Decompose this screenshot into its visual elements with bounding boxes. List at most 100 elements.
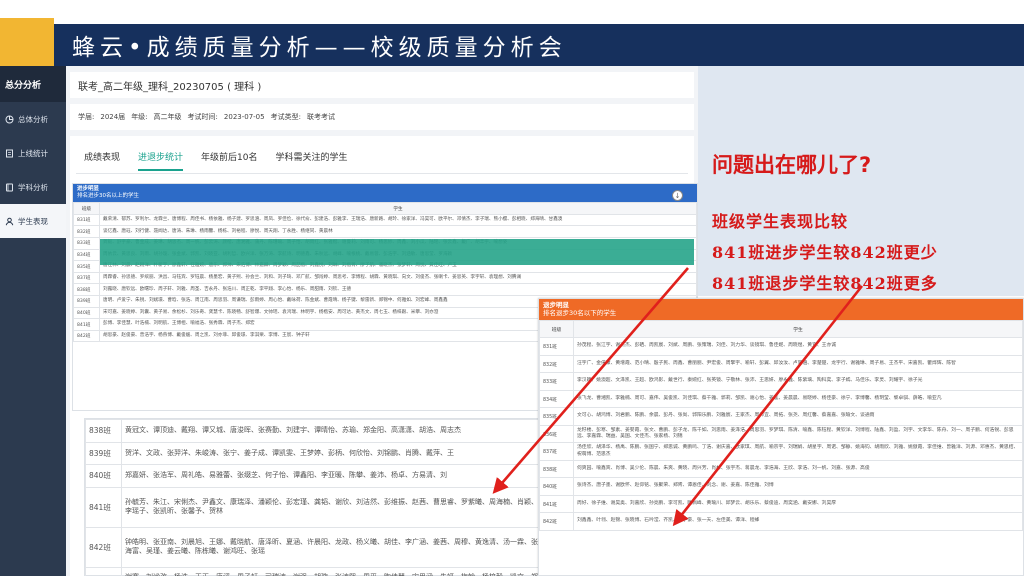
class-cell: 834班 (539, 389, 574, 409)
class-cell: 836班 (539, 424, 574, 444)
class-cell: 842班 (85, 526, 122, 568)
class-cell: 840班 (539, 477, 574, 496)
class-cell: 833班 (539, 372, 574, 391)
sidebar-item-label: 学科分析 (18, 182, 48, 192)
sidebar-item-subject-analysis[interactable]: 学科分析 (0, 170, 66, 204)
class-cell: 837班 (539, 442, 574, 461)
sidebar-item-student-performance[interactable]: 学生表现 (0, 204, 66, 238)
students-cell: 何爽园、喻鑫宾、肖博、吴少伦、陈晨、朱爽、黄晓、周兴芳、肖林、张宇杰、蒋晨龙、李… (573, 459, 1023, 479)
students-cell: 汤佳欣、胡泽华、杨禹、陈鹏、张国宁、郑思诚、黄鹏鸣、丁浩、谢庆嘉、欧家琪、周航、… (573, 442, 1023, 461)
user-icon (5, 217, 14, 226)
sidebar-item-overall[interactable]: 总体分析 (0, 102, 66, 136)
class-cell: 831班 (73, 213, 100, 227)
students-cell: 周好、徐子维、谢昊奥、刘嘉欣、孙亮鹏、李可凯、欧佩峰、黄瑜川、邱梦云、胡乐乐、蔡… (573, 494, 1023, 514)
school-label: 学届: (78, 113, 95, 121)
students-cell: 黄冠文、谭顶迪、戴翔、谭又城、唐浚晖、张赛勤、刘建宇、谭晴怡、苏瑜、郑金阳、高潇… (121, 419, 543, 443)
table-row: 831班 戴荣清、郁苏、罗利尔、龙霖兰、唐博程、周佳书、杨依雅、杨子建、罗思涵、周… (73, 213, 697, 227)
highlight-bar (100, 239, 694, 265)
table-row: 837班 周霖睿、孙思德、罗缤丽、洪昌、马钰宾、罗钰晨、杨墨宏、黄子熙、孙会兰、刘… (73, 271, 697, 285)
table-row: 842班 钟皓明、张亚南、刘晨旭、王娜、戴晓航、唐泽昕、夏涵、许晨阳、龙政、杨义曦… (85, 526, 543, 568)
tab-top-bottom-10[interactable]: 年级前后10名 (201, 150, 257, 171)
class-cell: 842班 (73, 329, 100, 343)
progress-table-subtitle: 排名进步30名以上的学生 (77, 193, 139, 200)
tab-bar: 成绩表现 进退步统计 年级前后10名 学科需关注的学生 (84, 150, 348, 171)
type-value: 联考考试 (306, 113, 335, 121)
table-header-row: 班级 学生 (539, 319, 1023, 339)
class-cell: 832班 (539, 354, 574, 374)
table-row: 832班 谈亿鑫、唐珏、刘行健、聂闻达、唐涛、朱琳、杨雨馨、杨栋、刘裕程、廖悦、周… (73, 225, 697, 239)
exam-title: 联考_高二年级_理科_20230705 ( 理科 ) (78, 81, 262, 93)
table-row: 842班 刘鑫鑫、叶翎、赵锦、张晓博、石吟滢、齐凯、罗宇豪、张一天、左佳美、谭洋、… (539, 512, 1023, 531)
class-cell: 837班 (73, 271, 100, 285)
class-cell: 839班 (73, 295, 100, 308)
regress-table-subtitle: 排名退步30名以下的学生 (543, 309, 617, 318)
class-cell: 835班 (73, 260, 100, 273)
school-value: 2024届 (100, 113, 126, 121)
col-class: 班级 (73, 202, 100, 215)
students-cell: 刘露晓、唐钦远、欧曙珍、周子轩、刘雅、周圣、吉永丹、张浩川、周正乾、李平翔、李心… (99, 283, 697, 297)
grade-value: 高二年级 (153, 113, 182, 121)
time-value: 2023-07-05 (223, 113, 265, 121)
sidebar-item-pass-stats[interactable]: 上线统计 (0, 136, 66, 170)
exam-info-bar: 学届: 2024届 年级: 高二年级 考试时间: 2023-07-05 考试类型… (70, 104, 694, 130)
students-cell: 张诗杰、唐子墨、谢欧怀、赵仰铭、张聚荣、郑胥、谭恩佳、刘念、谢、姜嘉、陈佳雅、刘… (573, 477, 1023, 496)
note-progress: 841班进步学生较842班更少 (712, 243, 938, 262)
regress-table-header: 退步明显 排名退步30名以下的学生 (539, 299, 1023, 320)
note-comparison: 班级学生表现比较 (712, 212, 849, 231)
chevron-down-icon[interactable]: ↓ (672, 190, 683, 201)
students-cell: 周霖睿、孙思德、罗缤丽、洪昌、马钰宾、罗钰晨、杨墨宏、黄子熙、孙会兰、刘和、刘子… (99, 271, 697, 285)
sidebar: 总分分析 总体分析 上线统计 学科分析 学生表现 (0, 66, 66, 576)
table-row: 832班 汪宇广、金倍康、黄增霞、范小晴、殷子民、周鑫、曹丽丽、尹宏俊、周擎宇、喻… (539, 354, 1023, 374)
table-row: 838班 刘露晓、唐钦远、欧曙珍、周子轩、刘雅、周圣、吉永丹、张浩川、周正乾、李平… (73, 283, 697, 297)
table-row: 831班 孙茂程、张江宇、谢杰杰、彭硒、周凯宸、刘斌、周鹏、张策瑞、刘佳、刘力华、… (539, 337, 1023, 356)
class-cell: 838班 (73, 283, 100, 297)
table-row: 841班 周好、徐子维、谢昊奥、刘嘉欣、孙亮鹏、李可凯、欧佩峰、黄瑜川、邱梦云、胡… (539, 494, 1023, 514)
class-cell: 835班 (539, 407, 574, 426)
class-cell: 841班 (539, 494, 574, 514)
students-cell: 钟皓明、张亚南、刘晨旭、王娜、戴晓航、唐泽昕、夏涵、许晨阳、龙政、杨义曦、胡佳、… (121, 526, 543, 568)
class-cell: 840班 (73, 306, 100, 320)
students-cell: 李汉颖、姚澳超、文泽凯、王超、欧鸿影、戴世行、秦婉红、张英镜、宁敬林、张沛、王思… (573, 372, 1023, 391)
students-cell: 汪宇广、金倍康、黄增霞、范小晴、殷子民、周鑫、曹丽丽、尹宏俊、周擎宇、喻轩、彭翼… (573, 354, 1023, 374)
table-row: 838班 黄冠文、谭顶迪、戴翔、谭又城、唐浚晖、张赛勤、刘建宇、谭晴怡、苏瑜、郑金… (85, 419, 543, 443)
students-cell: 张飞龙、曹湘凯、李雅楠、周可、嘉伟、吴俊凯、刘佳琪、蔡千雅、郭莉、邹凯、谢心怡、… (573, 389, 1023, 409)
tab-score-performance[interactable]: 成绩表现 (84, 150, 120, 171)
table-row: 833班 李汉颖、姚澳超、文泽凯、王超、欧鸿影、戴世行、秦婉红、张英镜、宁敬林、张… (539, 372, 1023, 391)
exam-breadcrumb: 联考_高二年级_理科_20230705 ( 理科 ) (70, 72, 694, 98)
regress-table: 班级 学生 831班 孙茂程、张江宇、谢杰杰、彭硒、周凯宸、刘斌、周鹏、张策瑞、刘… (539, 319, 1023, 531)
class-cell: 833班 (73, 237, 100, 250)
class-cell: 841班 (85, 486, 122, 528)
students-cell: 谢赛、刘谧孜、杨浩、王正、唐滔、周子轩、司瑞涛、谢强、胡璇、张涛熙、周平、陶佳慧… (121, 566, 543, 576)
table-row: 835班 文可心、胡鸿博、刘君鹏、陈鹏、余晨、彭丹、张尚、郭阳乐鹏、刘雅宸、王家杰… (539, 407, 1023, 426)
tab-subject-attention[interactable]: 学科需关注的学生 (275, 150, 347, 171)
sidebar-header: 总分分析 (0, 66, 66, 102)
sidebar-item-label: 上线统计 (18, 148, 48, 158)
table-row: 839班 贺洋、文政、张羿洋、朱峻涛、张宁、姜子成、谭凯雯、王梦婷、彭柄、何欣怡、… (85, 441, 543, 465)
question-heading: 问题出在哪儿了? (712, 153, 872, 177)
zoomed-progress-table-panel: 838班 黄冠文、谭顶迪、戴翔、谭又城、唐浚晖、张赛勤、刘建宇、谭晴怡、苏瑜、郑金… (84, 418, 544, 576)
class-cell: 842班 (539, 512, 574, 531)
note-regress: 841班退步学生较842班更多 (712, 274, 938, 293)
title-bar: 蜂云•成绩质量分析——校级质量分析会 (54, 24, 1024, 66)
class-cell: 840班 (85, 464, 122, 488)
col-students: 学生 (99, 202, 697, 215)
class-cell: 838班 (539, 459, 574, 479)
students-cell: 孙毓芳、朱江、宋俐杰、尹鑫文、康瑞泽、潘颖伦、彭宏瑾、龚韬、谢欣、刘洁然、彭维振… (121, 486, 543, 528)
table-row: 838班 何爽园、喻鑫宾、肖博、吴少伦、陈晨、朱爽、黄晓、周兴芳、肖林、张宇杰、蒋… (539, 459, 1023, 479)
tab-divider (76, 173, 688, 174)
students-cell: 郑嘉妍、张浩军、周礼皓、易雅蕾、张缀芝、何子怡、谭鑫阳、李亚暖、陈攀、姜沛、杨卓… (121, 464, 543, 488)
chart-icon (5, 115, 14, 124)
table-row: 837班 汤佳欣、胡泽华、杨禹、陈鹏、张国宁、郑思诚、黄鹏鸣、丁浩、谢庆嘉、欧家琪… (539, 442, 1023, 461)
sidebar-item-label: 总体分析 (18, 114, 48, 124)
document-icon (5, 149, 14, 158)
regress-table-panel: 退步明显 排名退步30名以下的学生 班级 学生 831班 孙茂程、张江宇、谢杰杰、… (538, 298, 1024, 576)
tab-progress-stats[interactable]: 进退步统计 (138, 150, 184, 171)
slide: 蜂云•成绩质量分析——校级质量分析会 总分分析 总体分析 上线统计 学科分析 学… (0, 0, 1024, 576)
class-cell: 838班 (85, 419, 122, 443)
class-cell: 832班 (73, 225, 100, 239)
progress-table-header: 进步明显 排名进步30名以上的学生 (73, 184, 697, 203)
class-cell: 841班 (73, 318, 100, 331)
table-row: 841班 孙毓芳、朱江、宋俐杰、尹鑫文、康瑞泽、潘颖伦、彭宏瑾、龚韬、谢欣、刘洁然… (85, 486, 543, 528)
students-cell: 戴荣清、郁苏、罗利尔、龙霖兰、唐博程、周佳书、杨依雅、杨子建、罗思涵、周凤、罗佳… (99, 213, 697, 227)
col-students: 学生 (573, 319, 1023, 339)
